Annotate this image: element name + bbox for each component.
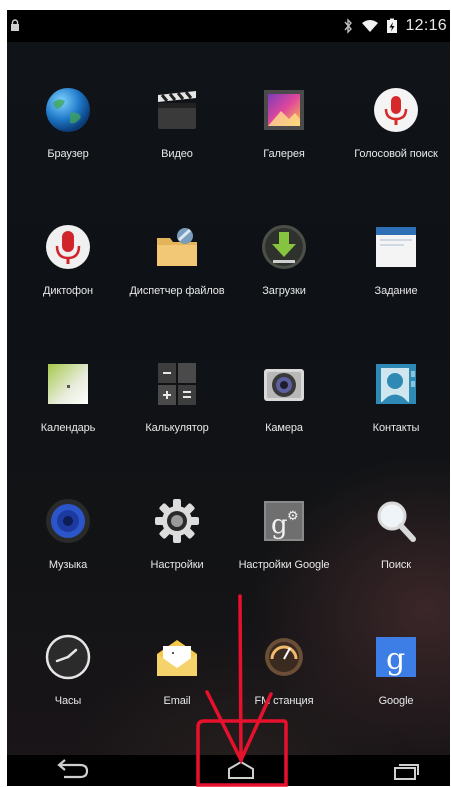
google-icon: g (376, 637, 416, 677)
music-speaker-icon (46, 499, 90, 543)
app-label: Настройки Google (238, 559, 330, 571)
app-calculator[interactable]: Калькулятор (122, 359, 232, 435)
bluetooth-icon (344, 18, 353, 34)
wifi-icon (362, 20, 379, 32)
app-fm-radio[interactable]: FM станция (229, 632, 339, 708)
svg-text:g: g (386, 642, 405, 677)
clock-icon (45, 634, 91, 680)
app-contacts[interactable]: Контакты (341, 359, 450, 435)
app-label: Загрузки (262, 285, 306, 297)
app-label: Диспетчер файлов (129, 285, 225, 297)
recents-icon[interactable] (392, 759, 420, 781)
svg-text:g: g (271, 510, 288, 540)
google-settings-icon: g ⚙ (264, 501, 304, 541)
clapperboard-icon (158, 91, 196, 129)
app-label: Настройки (150, 559, 204, 571)
home-icon[interactable] (227, 759, 255, 781)
globe-icon (46, 88, 90, 132)
calculator-icon (158, 363, 196, 405)
app-recorder[interactable]: Диктофон (13, 222, 123, 298)
app-label: Галерея (263, 148, 305, 160)
status-bar: 12:16 (7, 10, 450, 42)
navigation-bar (7, 755, 450, 786)
svg-text:⚙: ⚙ (287, 509, 299, 524)
gallery-icon (264, 90, 304, 130)
contacts-icon (376, 364, 416, 404)
recorder-icon (46, 225, 90, 269)
app-label: Диктофон (42, 285, 93, 297)
lock-icon (11, 19, 19, 31)
app-label: Google (378, 695, 414, 707)
app-label: Браузер (47, 148, 89, 160)
app-gallery[interactable]: Галерея (229, 85, 339, 161)
app-label: Поиск (381, 559, 411, 571)
app-drawer-screen: 12:16 Браузер Видео Галерея Голосовой по… (7, 10, 450, 786)
app-google[interactable]: g Google (341, 632, 450, 708)
calendar-icon (48, 364, 88, 404)
battery-charging-icon (387, 18, 398, 33)
app-camera[interactable]: Камера (229, 359, 339, 435)
folder-icon (157, 228, 197, 266)
app-calendar[interactable]: Календарь (13, 359, 123, 435)
app-label: FM станция (254, 695, 314, 707)
app-google-settings[interactable]: g ⚙ Настройки Google (229, 496, 339, 572)
app-label: Музыка (48, 559, 88, 571)
status-time: 12:16 (405, 17, 447, 34)
app-tasks[interactable]: Задание (341, 222, 450, 298)
app-label: Камера (265, 422, 303, 434)
app-label: Калькулятор (145, 422, 209, 434)
download-icon (262, 225, 306, 269)
app-email[interactable]: Email (122, 632, 232, 708)
app-settings[interactable]: Настройки (122, 496, 232, 572)
app-label: Видео (161, 148, 193, 160)
app-label: Контакты (372, 422, 420, 434)
app-video[interactable]: Видео (122, 85, 232, 161)
email-icon (157, 640, 197, 676)
app-search[interactable]: Поиск (341, 496, 450, 572)
app-label: Email (163, 695, 191, 707)
app-downloads[interactable]: Загрузки (229, 222, 339, 298)
app-browser[interactable]: Браузер (13, 85, 123, 161)
app-voice-search[interactable]: Голосовой поиск (341, 85, 450, 161)
task-icon (376, 227, 416, 267)
app-label: Часы (54, 695, 82, 707)
app-music[interactable]: Музыка (13, 496, 123, 572)
gear-icon (155, 499, 199, 543)
camera-icon (264, 369, 304, 401)
back-arrow-icon[interactable] (54, 759, 90, 781)
app-label: Календарь (40, 422, 96, 434)
microphone-icon (374, 88, 418, 132)
app-file-manager[interactable]: Диспетчер файлов (122, 222, 232, 298)
app-clock[interactable]: Часы (13, 632, 123, 708)
radio-dial-icon (265, 638, 303, 676)
app-label: Задание (374, 285, 418, 297)
magnifier-icon (377, 501, 416, 542)
app-label: Голосовой поиск (354, 148, 438, 160)
